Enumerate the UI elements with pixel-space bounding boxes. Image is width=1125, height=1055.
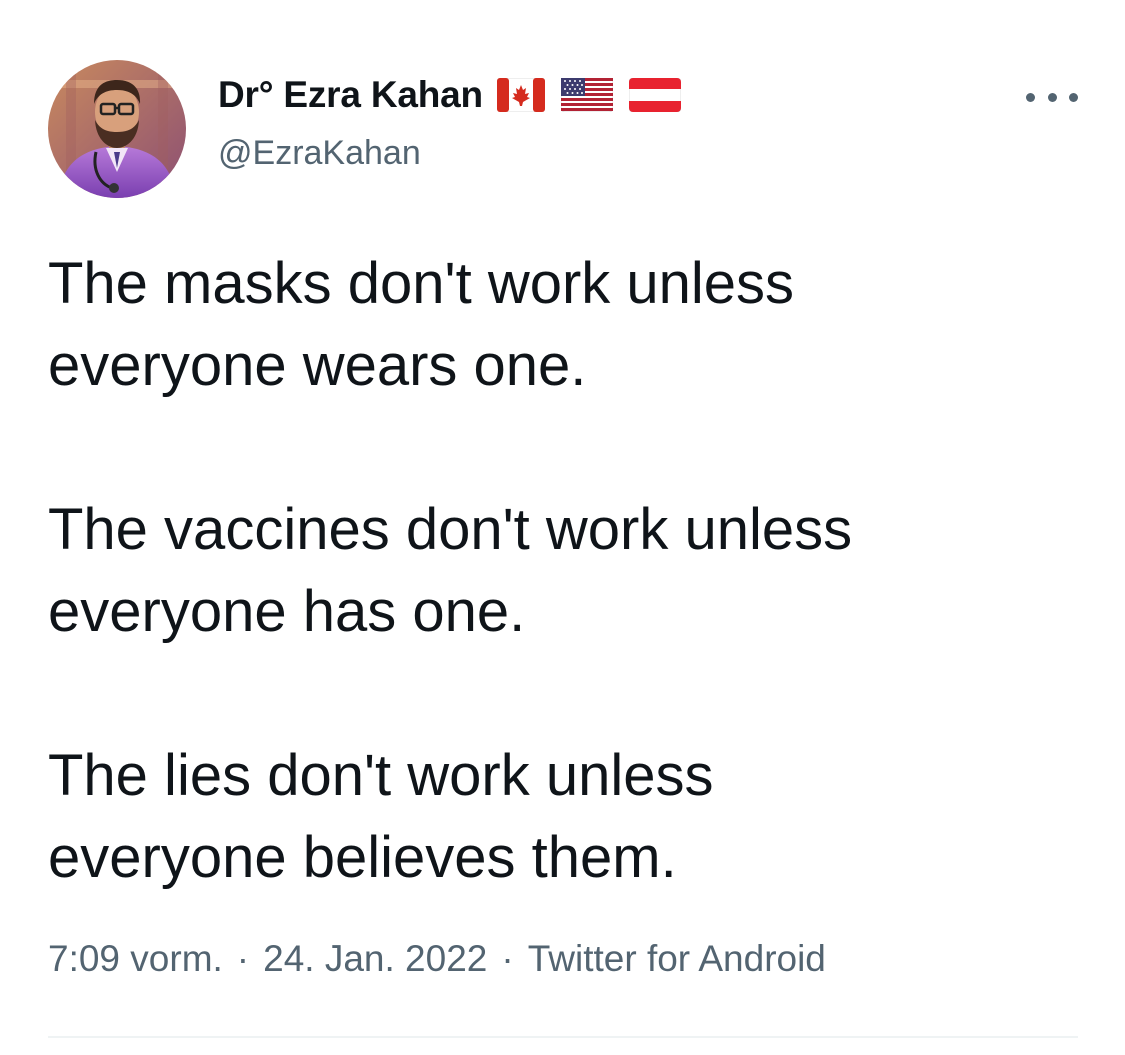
tweet-date[interactable]: 24. Jan. 2022 <box>263 938 487 979</box>
name-row: Dr° Ezra Kahan <box>218 70 918 120</box>
tweet-author: Dr° Ezra Kahan @EzraKahan <box>218 70 918 173</box>
tweet-metadata: 7:09 vorm. · 24. Jan. 2022 · Twitter for And… <box>48 938 826 980</box>
ellipsis-icon <box>1026 92 1035 102</box>
tweet-paragraph: The masks don't work unless everyone wea… <box>48 243 1088 407</box>
ellipsis-icon-dot <box>1047 92 1057 102</box>
tweet-line: The lies don't work unless <box>48 743 714 808</box>
tweet-text: The masks don't work unless everyone wea… <box>48 243 1088 899</box>
separator: · <box>501 938 514 979</box>
tweet-paragraph: The vaccines don't work unless everyone … <box>48 489 1088 653</box>
more-options-button[interactable] <box>1026 80 1078 114</box>
canada-flag-icon <box>496 78 545 112</box>
us-flag-icon <box>560 78 613 112</box>
separator: · <box>236 938 250 979</box>
avatar-image <box>48 60 186 198</box>
tweet-line: The vaccines don't work unless <box>48 497 853 562</box>
avatar[interactable] <box>48 60 186 198</box>
tweet-line: everyone wears one. <box>48 333 587 398</box>
tweet-time[interactable]: 7:09 vorm. <box>48 938 223 979</box>
tweet-source-link[interactable]: Twitter for Android <box>528 938 826 979</box>
display-name[interactable]: Dr° Ezra Kahan <box>218 74 483 116</box>
divider <box>48 1036 1078 1038</box>
ellipsis-icon-dot <box>1069 92 1078 102</box>
austria-flag-icon <box>628 78 681 112</box>
tweet-line: The masks don't work unless <box>48 251 795 316</box>
flag-emojis <box>496 78 697 112</box>
tweet-line: everyone has one. <box>48 579 526 644</box>
user-handle[interactable]: @EzraKahan <box>218 134 918 173</box>
tweet-line: everyone believes them. <box>48 825 677 890</box>
tweet-paragraph: The lies don't work unless everyone beli… <box>48 735 1088 899</box>
